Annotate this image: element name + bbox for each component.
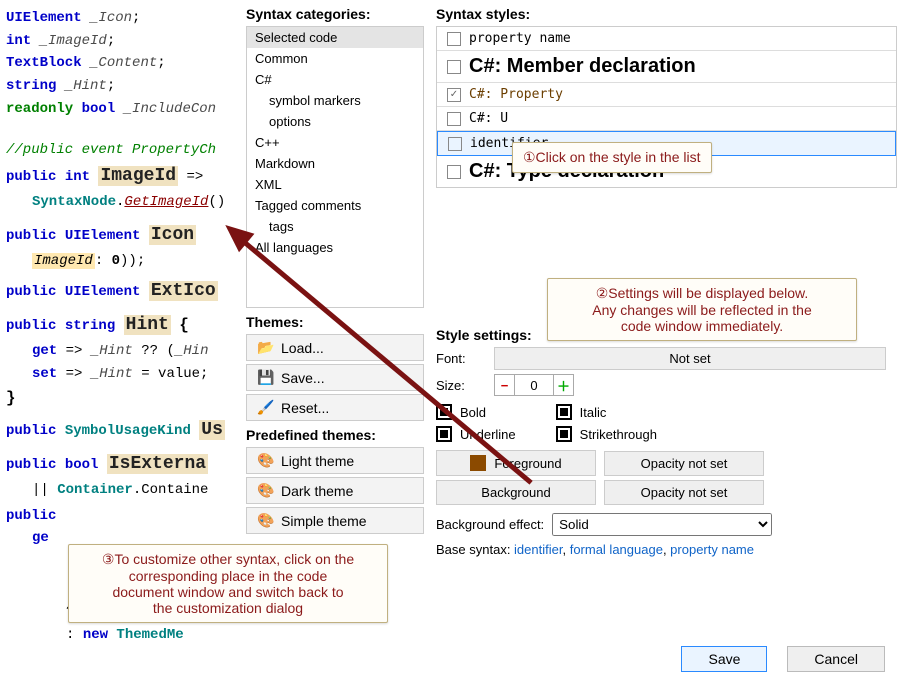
bg-effect-label: Background effect: xyxy=(436,517,544,532)
foreground-swatch xyxy=(470,455,486,471)
base-syntax-link[interactable]: formal language xyxy=(570,542,663,557)
predefined-heading: Predefined themes: xyxy=(246,427,424,443)
load-theme-button[interactable]: 📂 Load... xyxy=(246,334,424,361)
palette-icon: 🎨 xyxy=(257,512,273,529)
style-label: C#: Property xyxy=(469,87,563,102)
style-checkbox[interactable] xyxy=(447,165,461,179)
style-checkbox[interactable] xyxy=(447,112,461,126)
callout-step-2: ②Settings will be displayed below. Any c… xyxy=(547,278,857,341)
size-label: Size: xyxy=(436,378,486,393)
size-stepper[interactable]: − 0 ＋ xyxy=(494,374,574,396)
background-opacity-button[interactable]: Opacity not set xyxy=(604,480,764,505)
category-item[interactable]: Common xyxy=(247,48,423,69)
category-item[interactable]: C++ xyxy=(247,132,423,153)
base-syntax-text: Base syntax: identifier, formal language… xyxy=(436,542,886,557)
strikethrough-checkbox[interactable]: Strikethrough xyxy=(556,426,657,442)
font-picker-button[interactable]: Not set xyxy=(494,347,886,370)
size-value[interactable]: 0 xyxy=(515,378,553,393)
category-item[interactable]: Tagged comments xyxy=(247,195,423,216)
predefined-theme-button[interactable]: 🎨Dark theme xyxy=(246,477,424,504)
predefined-theme-button[interactable]: 🎨Simple theme xyxy=(246,507,424,534)
categories-heading: Syntax categories: xyxy=(246,6,424,22)
italic-checkbox[interactable]: Italic xyxy=(556,404,657,420)
size-increase-button[interactable]: ＋ xyxy=(553,375,573,395)
category-item[interactable]: symbol markers xyxy=(247,90,423,111)
style-checkbox[interactable] xyxy=(447,32,461,46)
style-row[interactable]: C#: U xyxy=(437,107,896,131)
cancel-button[interactable]: Cancel xyxy=(787,646,885,672)
style-row[interactable]: ✓ C#: Property xyxy=(437,83,896,107)
style-row[interactable]: C#: Member declaration xyxy=(437,51,896,83)
style-checkbox[interactable] xyxy=(447,60,461,74)
brush-icon: 🖌️ xyxy=(257,399,273,416)
category-item[interactable]: XML xyxy=(247,174,423,195)
font-label: Font: xyxy=(436,351,486,366)
save-button[interactable]: Save xyxy=(681,646,767,672)
style-checkbox[interactable] xyxy=(448,137,462,151)
callout-step-1: ①Click on the style in the list xyxy=(512,142,712,173)
style-row[interactable]: property name xyxy=(437,27,896,51)
foreground-opacity-button[interactable]: Opacity not set xyxy=(604,451,764,476)
bg-effect-select[interactable]: Solid xyxy=(552,513,772,536)
size-decrease-button[interactable]: − xyxy=(495,375,515,395)
reset-theme-button[interactable]: 🖌️ Reset... xyxy=(246,394,424,421)
base-syntax-link[interactable]: identifier xyxy=(514,542,562,557)
base-syntax-link[interactable]: property name xyxy=(670,542,754,557)
category-item[interactable]: C# xyxy=(247,69,423,90)
category-item[interactable]: tags xyxy=(247,216,423,237)
predefined-theme-button[interactable]: 🎨Light theme xyxy=(246,447,424,474)
disk-icon: 💾 xyxy=(257,369,273,386)
styles-heading: Syntax styles: xyxy=(436,6,897,22)
callout-step-3: ③To customize other syntax, click on the… xyxy=(68,544,388,623)
category-item[interactable]: Selected code xyxy=(247,27,423,48)
style-label: C#: Member declaration xyxy=(469,55,696,78)
category-item[interactable]: All languages xyxy=(247,237,423,258)
background-color-button[interactable]: Background xyxy=(436,480,596,505)
style-label: property name xyxy=(469,31,571,46)
style-checkbox[interactable]: ✓ xyxy=(447,88,461,102)
folder-icon: 📂 xyxy=(257,339,273,356)
palette-icon: 🎨 xyxy=(257,452,273,469)
category-item[interactable]: Markdown xyxy=(247,153,423,174)
category-item[interactable]: options xyxy=(247,111,423,132)
style-label: C#: U xyxy=(469,111,508,126)
palette-icon: 🎨 xyxy=(257,482,273,499)
